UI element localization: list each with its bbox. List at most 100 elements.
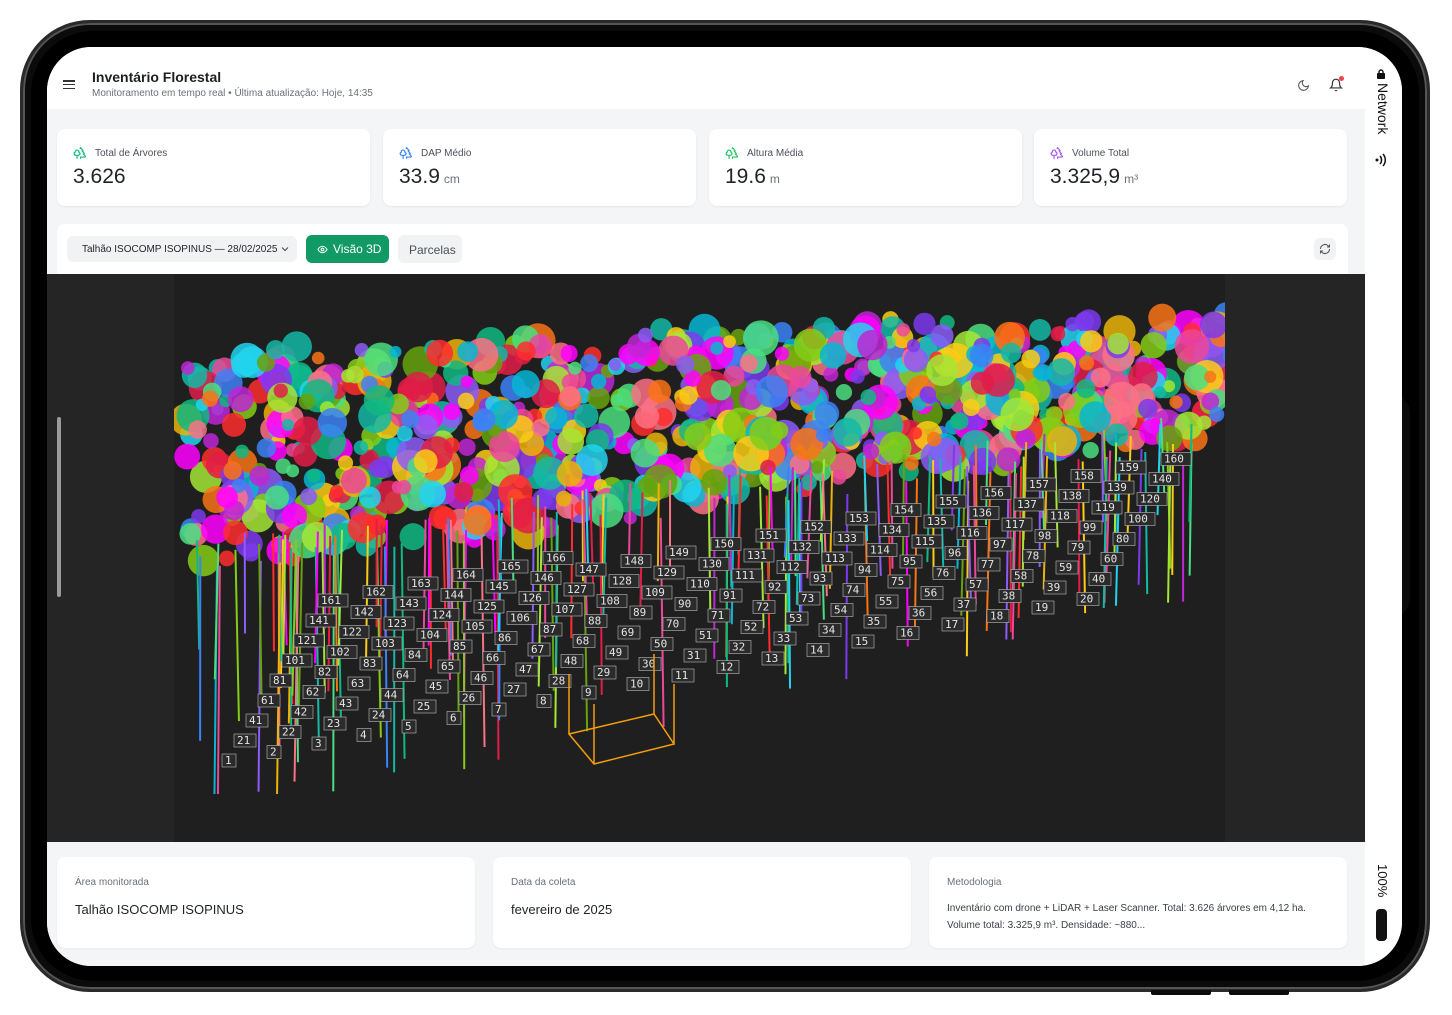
- tree-label: 104: [416, 628, 448, 642]
- plots-button[interactable]: Parcelas: [398, 235, 462, 263]
- tree-label: 83: [359, 656, 383, 671]
- crown-point: [1050, 326, 1066, 342]
- crown-point: [1197, 415, 1212, 430]
- crown-point: [203, 433, 219, 449]
- crown-point: [1079, 355, 1095, 371]
- crown-point: [231, 352, 257, 378]
- tree-label: 4: [356, 728, 372, 742]
- crown-point: [1169, 395, 1183, 409]
- crown-point: [1153, 386, 1167, 399]
- method-label: Metodologia: [947, 877, 1002, 888]
- tree-label-text: 25: [417, 700, 430, 713]
- tree-label-text: 22: [282, 726, 295, 739]
- stat-label: Total de Árvores: [95, 148, 168, 159]
- crown-point: [913, 312, 936, 335]
- stat-value: 19.6 m: [725, 165, 780, 189]
- crown-point: [223, 461, 242, 480]
- page-title: Inventário Florestal: [92, 69, 222, 85]
- view-3d-button[interactable]: Visão 3D: [306, 235, 389, 263]
- tree-label: 135: [923, 514, 955, 529]
- tree-label-text: 18: [990, 610, 1003, 623]
- tree-label-text: 157: [1029, 478, 1049, 491]
- crown-point: [311, 351, 325, 365]
- tree-label: 32: [728, 640, 752, 654]
- viewer-canvas[interactable]: 1 2 3 4 5 6 7 8 9 10 11 12 13 14 15 16 17 18 19 20 21 22 23 24 2…: [170, 274, 1271, 842]
- crown-point: [850, 369, 865, 384]
- crown-point: [358, 486, 381, 509]
- tree-label-text: 36: [912, 607, 925, 620]
- tree-label: 85: [449, 639, 473, 654]
- tree-label-text: 120: [1140, 493, 1160, 506]
- tree-label-text: 115: [915, 535, 935, 548]
- crown-point: [896, 323, 910, 337]
- menu-icon[interactable]: [63, 80, 75, 90]
- tree-label-text: 141: [309, 614, 329, 627]
- trunk-line: [555, 511, 558, 668]
- tree-label-text: 59: [1059, 561, 1072, 574]
- crown-point: [1140, 332, 1167, 359]
- tree-label-text: 71: [711, 609, 724, 622]
- crown-point: [679, 385, 698, 405]
- tree-label-text: 47: [519, 663, 532, 676]
- plot-select[interactable]: Talhão ISOCOMP ISOPINUS — 28/02/2025: [67, 236, 297, 262]
- tree-label-text: 106: [510, 612, 530, 625]
- moon-icon[interactable]: [1293, 75, 1313, 95]
- tree-label-text: 103: [375, 637, 395, 650]
- crown-point: [815, 428, 830, 443]
- crown-point: [926, 431, 942, 447]
- tree-label: 148: [620, 554, 652, 568]
- tree-label: 84: [404, 648, 428, 662]
- tree-label: 12: [716, 660, 740, 674]
- stat-number: 19.6: [725, 165, 766, 188]
- tree-label-text: 117: [1005, 518, 1025, 531]
- tree-label: 158: [1070, 469, 1102, 483]
- tree-label: 63: [347, 676, 371, 691]
- crown-point: [264, 485, 290, 510]
- tree-label: 8: [536, 694, 552, 708]
- tree-label: 72: [752, 600, 776, 614]
- tree-label-text: 5: [405, 720, 412, 733]
- crown-point: [216, 486, 238, 509]
- point-cloud-viewer[interactable]: 1 2 3 4 5 6 7 8 9 10 11 12 13 14 15 16 17 18 19 20 21 22 23 24 2…: [47, 274, 1365, 842]
- tree-label: 165: [497, 559, 529, 574]
- method-card: Metodologia Inventário com drone + LiDAR…: [929, 857, 1347, 948]
- tree-label: 153: [845, 511, 877, 526]
- point-cloud[interactable]: 1234567891011121314151617181920212223242…: [170, 274, 1271, 842]
- tree-label: 60: [1100, 552, 1124, 566]
- bell-icon[interactable]: [1326, 75, 1346, 95]
- tree-label-text: 135: [927, 515, 947, 528]
- tree-label: 97: [989, 537, 1013, 552]
- tree-label-text: 7: [495, 703, 502, 716]
- trunk-line: [886, 463, 892, 576]
- crown-point: [609, 358, 622, 371]
- crown-point: [832, 417, 862, 447]
- tree-label: 38: [998, 589, 1022, 603]
- tree-label-text: 139: [1107, 481, 1127, 494]
- tree-label: 89: [629, 605, 653, 620]
- tree-label-text: 68: [576, 635, 589, 648]
- tree-label: 115: [911, 534, 943, 549]
- crown-point: [676, 355, 695, 374]
- trunk-line: [570, 504, 574, 639]
- refresh-button[interactable]: [1314, 238, 1336, 260]
- crown-point: [1000, 342, 1022, 364]
- tree-label: 66: [482, 651, 506, 665]
- tree-label: 131: [743, 548, 775, 563]
- tree-label: 80: [1112, 532, 1136, 546]
- crown-point: [396, 479, 412, 495]
- crown-point: [181, 361, 195, 375]
- tree-label: 44: [380, 688, 404, 702]
- crown-point: [227, 386, 254, 413]
- crown-point: [188, 420, 207, 439]
- tree-label-text: 90: [678, 598, 691, 611]
- tree-label: 100: [1124, 512, 1156, 526]
- tree-label-text: 125: [477, 600, 497, 613]
- crown-point: [202, 390, 219, 407]
- crown-point: [906, 338, 921, 353]
- tree-label: 139: [1103, 480, 1135, 495]
- tree-label: 59: [1055, 560, 1079, 575]
- trunk-line: [234, 549, 240, 722]
- tree-label-text: 149: [669, 546, 689, 559]
- crown-point: [1028, 319, 1051, 341]
- viewer-scroll-handle[interactable]: [57, 417, 61, 597]
